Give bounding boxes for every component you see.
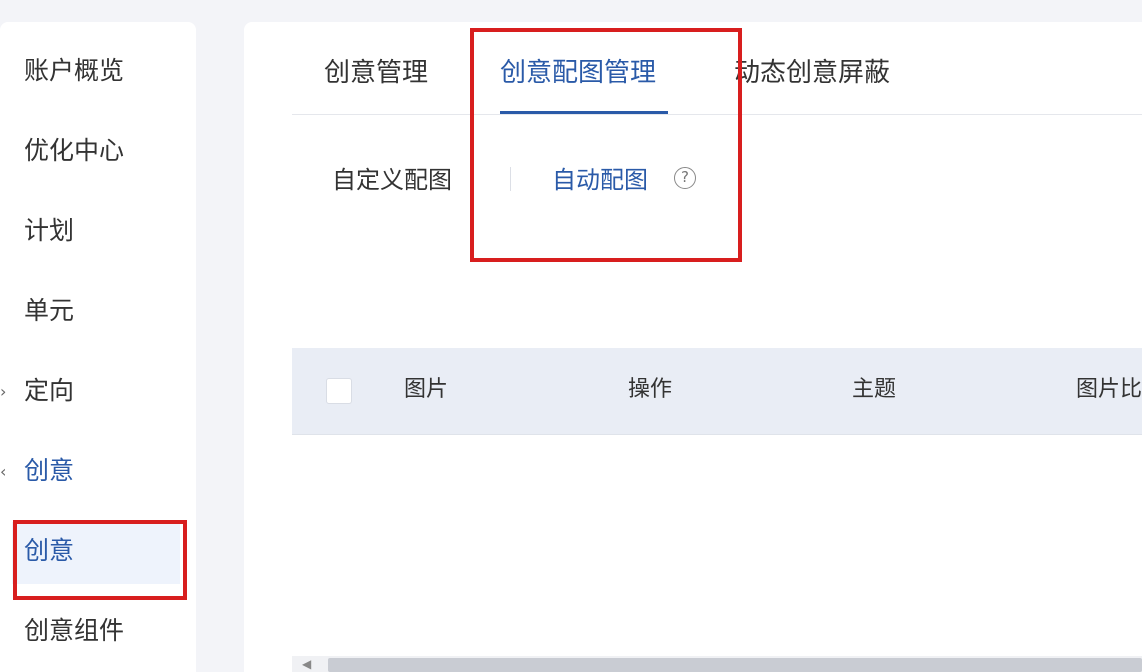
tab-creative-image-management[interactable]: 创意配图管理 (500, 56, 656, 90)
tab-creative-management[interactable]: 创意管理 (324, 56, 428, 90)
select-all-checkbox[interactable] (326, 378, 352, 404)
tab-divider (292, 114, 1142, 115)
sidebar-item-plan[interactable]: 计划 (24, 214, 74, 248)
column-header-actions: 操作 (628, 377, 673, 402)
sidebar-item-targeting[interactable]: 定向 (24, 374, 74, 408)
sidebar-item-account-overview[interactable]: 账户概览 (24, 54, 124, 88)
sidebar-item-creative[interactable]: 创意 (24, 534, 74, 568)
subtab-separator (510, 167, 511, 191)
column-header-image-ratio: 图片比 (1076, 377, 1142, 402)
chevron-right-icon: › (0, 382, 7, 401)
table-header: 图片 操作 主题 图片比 (292, 348, 1142, 435)
horizontal-scrollbar[interactable]: ◀ (292, 656, 1142, 672)
question-circle-icon[interactable]: ? (674, 167, 696, 189)
sidebar: 账户概览 优化中心 计划 单元 › 定向 ‹ 创意 创意 创意组件 (0, 22, 196, 672)
column-header-theme: 主题 (852, 377, 897, 402)
sidebar-item-creative-components[interactable]: 创意组件 (24, 614, 124, 648)
main-panel: 创意管理 创意配图管理 动态创意屏蔽 自定义配图 自动配图 ? 图片 操作 主题… (244, 22, 1142, 672)
scroll-left-icon[interactable]: ◀ (302, 656, 311, 672)
column-header-image: 图片 (404, 377, 449, 402)
tab-dynamic-creative-blocking[interactable]: 动态创意屏蔽 (734, 56, 890, 90)
sidebar-item-unit[interactable]: 单元 (24, 294, 74, 328)
chevron-up-icon: ‹ (0, 462, 7, 481)
subtab-custom-image[interactable]: 自定义配图 (332, 164, 452, 196)
scrollbar-thumb[interactable] (328, 658, 1142, 672)
subtab-auto-image[interactable]: 自动配图 (552, 164, 648, 196)
sidebar-item-optimization-center[interactable]: 优化中心 (24, 134, 124, 168)
sidebar-group-creative[interactable]: 创意 (24, 454, 74, 488)
